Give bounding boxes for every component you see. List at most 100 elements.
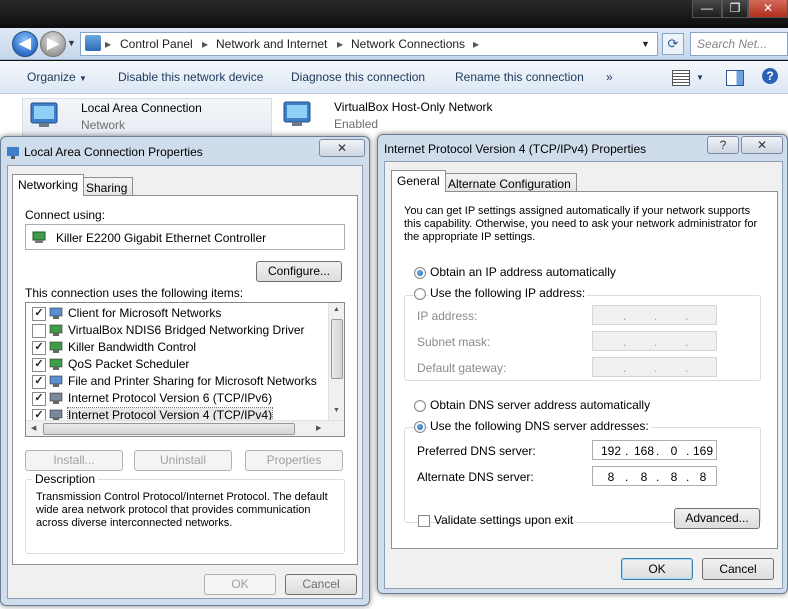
- use-dns-radio[interactable]: [414, 421, 426, 433]
- component-icon: [49, 340, 63, 354]
- view-options-icon[interactable]: [672, 70, 690, 86]
- connection-name: Local Area Connection: [81, 101, 202, 115]
- view-dropdown-icon[interactable]: ▼: [696, 73, 704, 82]
- breadcrumb-separator-icon: ▸: [337, 37, 344, 51]
- use-dns-label[interactable]: Use the following DNS server addresses:: [428, 419, 651, 433]
- help-icon[interactable]: ?: [762, 68, 778, 84]
- tab-general[interactable]: General: [391, 170, 446, 192]
- component-checkbox[interactable]: ✓: [32, 375, 46, 389]
- preview-pane-icon[interactable]: [726, 70, 744, 86]
- component-label: QoS Packet Scheduler: [68, 357, 190, 371]
- disable-device-button[interactable]: Disable this network device: [118, 70, 263, 84]
- local-area-connection-item[interactable]: Local Area Connection Network: [22, 98, 272, 138]
- search-input[interactable]: Search Net...: [690, 32, 788, 56]
- component-label: VirtualBox NDIS6 Bridged Networking Driv…: [68, 323, 305, 337]
- component-icon: [49, 374, 63, 388]
- dialog-body: Networking Sharing Connect using: Killer…: [7, 165, 363, 599]
- component-icon: [49, 323, 63, 337]
- help-button[interactable]: ?: [707, 136, 739, 154]
- adapter-field: Killer E2200 Gigabit Ethernet Controller: [25, 224, 345, 250]
- dialog-title: Local Area Connection Properties: [24, 145, 203, 159]
- maximize-button[interactable]: ❐: [722, 0, 748, 18]
- obtain-dns-radio[interactable]: [414, 400, 426, 412]
- component-icon: [49, 306, 63, 320]
- lac-properties-dialog: Local Area Connection Properties ✕ Netwo…: [0, 136, 370, 606]
- components-list[interactable]: ✓ Client for Microsoft Networks VirtualBox…: [25, 302, 345, 437]
- description-label: Description: [32, 472, 99, 486]
- uninstall-button[interactable]: Uninstall: [134, 450, 232, 471]
- more-commands-button[interactable]: »: [606, 70, 613, 84]
- component-checkbox[interactable]: ✓: [32, 358, 46, 372]
- intro-text: You can get IP settings assigned automat…: [404, 205, 758, 243]
- close-button[interactable]: ✕: [741, 136, 783, 154]
- close-button[interactable]: ✕: [319, 139, 365, 157]
- scroll-thumb[interactable]: [331, 319, 343, 379]
- network-connection-icon: [6, 146, 20, 160]
- preferred-dns-input[interactable]: 192. 168. 0. 169: [592, 440, 717, 460]
- organize-menu[interactable]: Organize ▼: [27, 70, 87, 84]
- use-ip-label[interactable]: Use the following IP address:: [428, 286, 588, 300]
- recent-pages-chevron-icon[interactable]: ▼: [67, 38, 76, 48]
- default-gateway-label: Default gateway:: [417, 361, 507, 375]
- obtain-ip-label[interactable]: Obtain an IP address automatically: [430, 265, 616, 279]
- minimize-button[interactable]: —: [692, 0, 722, 18]
- ip-address-label: IP address:: [417, 309, 478, 323]
- scroll-up-icon[interactable]: ▲: [333, 306, 340, 313]
- cancel-button[interactable]: Cancel: [702, 558, 774, 580]
- ok-button[interactable]: OK: [204, 574, 276, 595]
- validate-checkbox[interactable]: [418, 515, 430, 527]
- advanced-button[interactable]: Advanced...: [674, 508, 760, 529]
- properties-button[interactable]: Properties: [245, 450, 343, 471]
- tab-sharing[interactable]: Sharing: [80, 177, 134, 197]
- refresh-icon[interactable]: ⟳: [662, 33, 684, 55]
- obtain-dns-label[interactable]: Obtain DNS server address automatically: [430, 398, 650, 412]
- breadcrumb-network-and-internet[interactable]: Network and Internet: [216, 37, 327, 51]
- scroll-right-icon[interactable]: ▶: [316, 424, 321, 432]
- component-label: Client for Microsoft Networks: [68, 306, 222, 320]
- component-label: File and Printer Sharing for Microsoft N…: [68, 374, 317, 388]
- component-checkbox[interactable]: ✓: [32, 392, 46, 406]
- alternate-dns-label: Alternate DNS server:: [417, 470, 534, 484]
- use-ip-radio[interactable]: [414, 288, 426, 300]
- install-button[interactable]: Install...: [25, 450, 123, 471]
- breadcrumb-separator-icon: ▸: [202, 37, 209, 51]
- tab-alternate-configuration[interactable]: Alternate Configuration: [442, 173, 577, 193]
- ok-button[interactable]: OK: [621, 558, 693, 580]
- obtain-ip-radio[interactable]: [414, 267, 426, 279]
- component-icon: [49, 357, 63, 371]
- ipv4-properties-dialog: Internet Protocol Version 4 (TCP/IPv4) P…: [377, 134, 788, 594]
- explorer-titlebar: [0, 0, 788, 30]
- component-checkbox[interactable]: [32, 324, 46, 338]
- h-scroll-thumb[interactable]: [43, 423, 295, 435]
- component-icon: [49, 391, 63, 405]
- tab-networking[interactable]: Networking: [12, 174, 85, 196]
- scroll-left-icon[interactable]: ◀: [31, 424, 36, 432]
- vertical-scrollbar[interactable]: ▲ ▼: [328, 303, 344, 420]
- validate-label[interactable]: Validate settings upon exit: [434, 513, 573, 527]
- adapter-icon: [32, 230, 46, 244]
- close-button[interactable]: ✕: [748, 0, 788, 18]
- component-checkbox[interactable]: ✓: [32, 307, 46, 321]
- component-checkbox[interactable]: ✓: [32, 341, 46, 355]
- dialog-title: Internet Protocol Version 4 (TCP/IPv4) P…: [384, 142, 647, 156]
- network-adapter-icon: [280, 100, 318, 130]
- connection-name: VirtualBox Host-Only Network: [334, 100, 493, 114]
- breadcrumb-control-panel[interactable]: Control Panel: [120, 37, 193, 51]
- breadcrumb-network-connections[interactable]: Network Connections: [351, 37, 465, 51]
- cancel-button[interactable]: Cancel: [285, 574, 357, 595]
- control-panel-icon: [85, 35, 101, 51]
- address-dropdown-icon[interactable]: ▼: [641, 39, 650, 49]
- back-arrow-icon[interactable]: ◀: [12, 31, 38, 57]
- forward-arrow-icon[interactable]: ▶: [40, 31, 66, 57]
- connect-using-label: Connect using:: [25, 208, 106, 222]
- rename-button[interactable]: Rename this connection: [455, 70, 584, 84]
- horizontal-scrollbar[interactable]: ◀ ▶: [26, 420, 344, 436]
- diagnose-button[interactable]: Diagnose this connection: [291, 70, 425, 84]
- address-bar[interactable]: ▸ Control Panel ▸ Network and Internet ▸…: [80, 32, 658, 56]
- scroll-down-icon[interactable]: ▼: [333, 407, 340, 414]
- alternate-dns-input[interactable]: 8. 8. 8. 8: [592, 466, 717, 486]
- virtualbox-connection-item[interactable]: VirtualBox Host-Only Network Enabled: [276, 98, 536, 138]
- ip-address-input: ...: [592, 305, 717, 325]
- navigation-bar: ◀ ▶ ▼ ▸ Control Panel ▸ Network and Inte…: [0, 28, 788, 60]
- configure-button[interactable]: Configure...: [256, 261, 342, 282]
